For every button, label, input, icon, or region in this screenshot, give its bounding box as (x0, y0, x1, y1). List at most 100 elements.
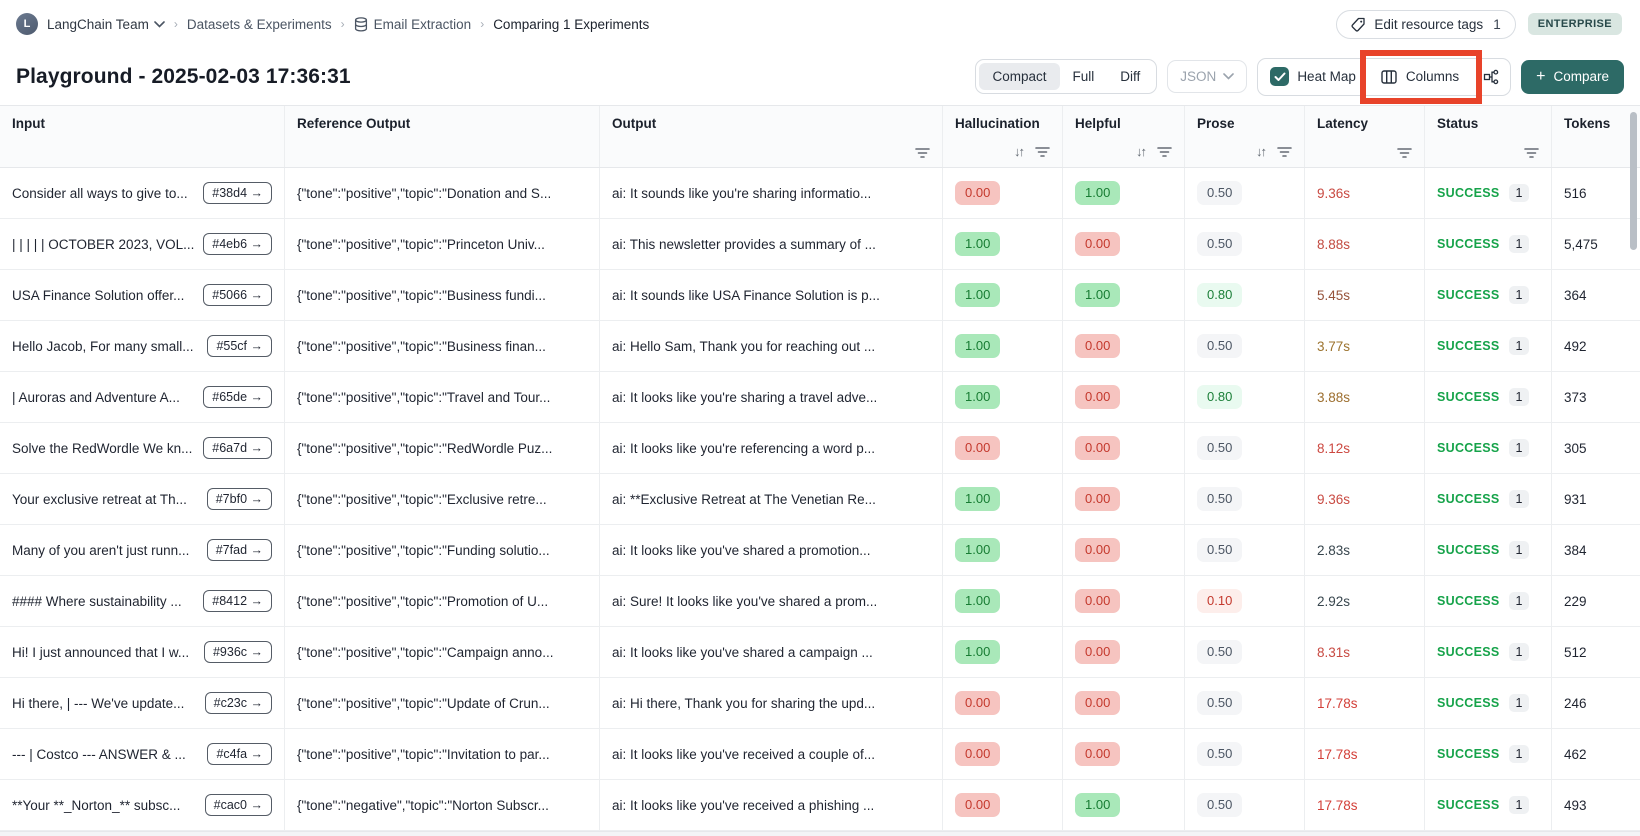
view-mode-full[interactable]: Full (1060, 63, 1108, 90)
compare-runs-button[interactable] (1472, 59, 1510, 95)
input-text: Consider all ways to give to... (12, 186, 188, 201)
dataset-example-chip[interactable]: #c4fa → (207, 743, 272, 765)
edit-resource-tags-button[interactable]: Edit resource tags 1 (1336, 10, 1515, 39)
latency-cell: 2.92s (1305, 576, 1425, 626)
columns-button[interactable]: Columns (1368, 59, 1472, 95)
table-row[interactable]: --- | Costco --- ANSWER & ...#c4fa →{"to… (0, 729, 1640, 780)
table-row[interactable]: | | | | | OCTOBER 2023, VOL...#4eb6 →{"t… (0, 219, 1640, 270)
latency-value: 9.36s (1317, 186, 1350, 201)
dataset-example-chip[interactable]: #7bf0 → (207, 488, 272, 510)
status-cell: SUCCESS1 (1425, 780, 1552, 830)
tokens-cell: 5,475 (1552, 219, 1640, 269)
hallucination-score-pill: 1.00 (955, 334, 1000, 358)
latency-cell: 8.12s (1305, 423, 1425, 473)
format-dropdown[interactable]: JSON (1167, 60, 1247, 93)
page-title: Playground - 2025-02-03 17:36:31 (16, 65, 351, 89)
reference-output-cell: {"tone":"positive","topic":"Invitation t… (285, 729, 600, 779)
status-badge: SUCCESS (1437, 645, 1500, 659)
sort-icon[interactable]: ↓↑ (1256, 144, 1265, 159)
view-mode-diff[interactable]: Diff (1107, 63, 1153, 90)
table-row[interactable]: #### Where sustainability ...#8412 →{"to… (0, 576, 1640, 627)
top-bar: L LangChain Team › Datasets & Experiment… (0, 0, 1640, 48)
heat-map-checkbox[interactable] (1270, 67, 1289, 86)
prose-score-pill: 0.50 (1197, 793, 1242, 817)
team-switcher[interactable]: LangChain Team (47, 17, 165, 32)
table-row[interactable]: Solve the RedWordle We kn...#6a7d →{"ton… (0, 423, 1640, 474)
filter-icon[interactable] (915, 147, 930, 159)
reference-output-text: {"tone":"negative","topic":"Norton Subsc… (297, 798, 549, 813)
dataset-example-chip[interactable]: #4eb6 → (203, 233, 272, 255)
table-row[interactable]: Your exclusive retreat at Th...#7bf0 →{"… (0, 474, 1640, 525)
heat-map-toggle[interactable]: Heat Map (1258, 67, 1368, 86)
helpful-cell: 1.00 (1063, 168, 1185, 218)
reference-output-text: {"tone":"positive","topic":"Promotion of… (297, 594, 548, 609)
column-header-label: Output (612, 116, 930, 131)
column-header-output: Output (600, 106, 943, 167)
dataset-example-chip[interactable]: #936c → (204, 641, 272, 663)
dataset-example-chip[interactable]: #55cf → (207, 335, 272, 357)
filter-icon[interactable] (1157, 146, 1172, 158)
dataset-example-chip[interactable]: #5066 → (203, 284, 272, 306)
table-row[interactable]: | Auroras and Adventure A...#65de →{"ton… (0, 372, 1640, 423)
breadcrumb-datasets-experiments[interactable]: Datasets & Experiments (187, 17, 332, 32)
status-cell: SUCCESS1 (1425, 219, 1552, 269)
sort-icon[interactable]: ↓↑ (1136, 144, 1145, 159)
input-text: Your exclusive retreat at Th... (12, 492, 187, 507)
output-text: ai: It looks like you're sharing a trave… (612, 390, 877, 405)
sort-icon[interactable]: ↓↑ (1014, 144, 1023, 159)
dataset-example-chip[interactable]: #8412 → (203, 590, 272, 612)
compare-button[interactable]: + Compare (1521, 60, 1624, 94)
input-cell: Hello Jacob, For many small...#55cf → (0, 321, 285, 371)
helpful-score-pill: 0.00 (1075, 589, 1120, 613)
run-count-badge: 1 (1509, 745, 1530, 763)
prose-cell: 0.50 (1185, 219, 1305, 269)
status-badge: SUCCESS (1437, 798, 1500, 812)
output-cell: ai: It sounds like USA Finance Solution … (600, 270, 943, 320)
hallucination-cell: 1.00 (943, 321, 1063, 371)
dataset-example-chip[interactable]: #7fad → (207, 539, 272, 561)
filter-icon[interactable] (1397, 147, 1412, 159)
dataset-example-chip[interactable]: #6a7d → (203, 437, 272, 459)
input-text: | Auroras and Adventure A... (12, 390, 180, 405)
view-mode-compact[interactable]: Compact (979, 63, 1059, 90)
dataset-example-chip[interactable]: #65de → (203, 386, 272, 408)
helpful-score-pill: 0.00 (1075, 487, 1120, 511)
dataset-example-chip[interactable]: #38d4 → (203, 182, 272, 204)
dataset-example-chip[interactable]: #cac0 → (205, 794, 272, 816)
helpful-score-pill: 0.00 (1075, 538, 1120, 562)
reference-output-cell: {"tone":"positive","topic":"Princeton Un… (285, 219, 600, 269)
latency-value: 2.92s (1317, 594, 1350, 609)
dataset-example-chip[interactable]: #c23c → (205, 692, 272, 714)
run-count-badge: 1 (1509, 643, 1530, 661)
table-row[interactable]: Hello Jacob, For many small...#55cf →{"t… (0, 321, 1640, 372)
plan-badge: ENTERPRISE (1528, 13, 1622, 35)
helpful-cell: 0.00 (1063, 576, 1185, 626)
vertical-scrollbar[interactable] (1630, 112, 1637, 250)
table-row[interactable]: Hi! I just announced that I w...#936c →{… (0, 627, 1640, 678)
filter-icon[interactable] (1524, 147, 1539, 159)
latency-cell: 9.36s (1305, 168, 1425, 218)
reference-output-cell: {"tone":"positive","topic":"Business fun… (285, 270, 600, 320)
reference-output-cell: {"tone":"negative","topic":"Norton Subsc… (285, 780, 600, 830)
table-row[interactable]: USA Finance Solution offer...#5066 →{"to… (0, 270, 1640, 321)
helpful-cell: 1.00 (1063, 270, 1185, 320)
filter-icon[interactable] (1035, 146, 1050, 158)
helpful-score-pill: 0.00 (1075, 232, 1120, 256)
table-row[interactable]: Consider all ways to give to...#38d4 →{"… (0, 168, 1640, 219)
tokens-value: 493 (1564, 798, 1587, 813)
prose-cell: 0.80 (1185, 270, 1305, 320)
table-row[interactable]: **Your **_Norton_** subsc...#cac0 →{"ton… (0, 780, 1640, 831)
table-body: Consider all ways to give to... #38d4 → {"… (0, 168, 1640, 831)
input-text: Hi! I just announced that I w... (12, 645, 189, 660)
output-cell: ai: Hello Sam, Thank you for reaching ou… (600, 321, 943, 371)
hallucination-cell: 1.00 (943, 372, 1063, 422)
table-row[interactable]: Hi there, | --- We've update...#c23c →{"… (0, 678, 1640, 729)
column-header-icons (1317, 147, 1412, 161)
table-row[interactable]: Many of you aren't just runn...#7fad →{"… (0, 525, 1640, 576)
breadcrumb-dataset[interactable]: Email Extraction (354, 17, 472, 32)
run-count-badge: 1 (1509, 439, 1530, 457)
filter-icon[interactable] (1277, 146, 1292, 158)
column-header-helpful: Helpful↓↑ (1063, 106, 1185, 167)
columns-button-label: Columns (1406, 69, 1459, 84)
tokens-cell: 512 (1552, 627, 1640, 677)
